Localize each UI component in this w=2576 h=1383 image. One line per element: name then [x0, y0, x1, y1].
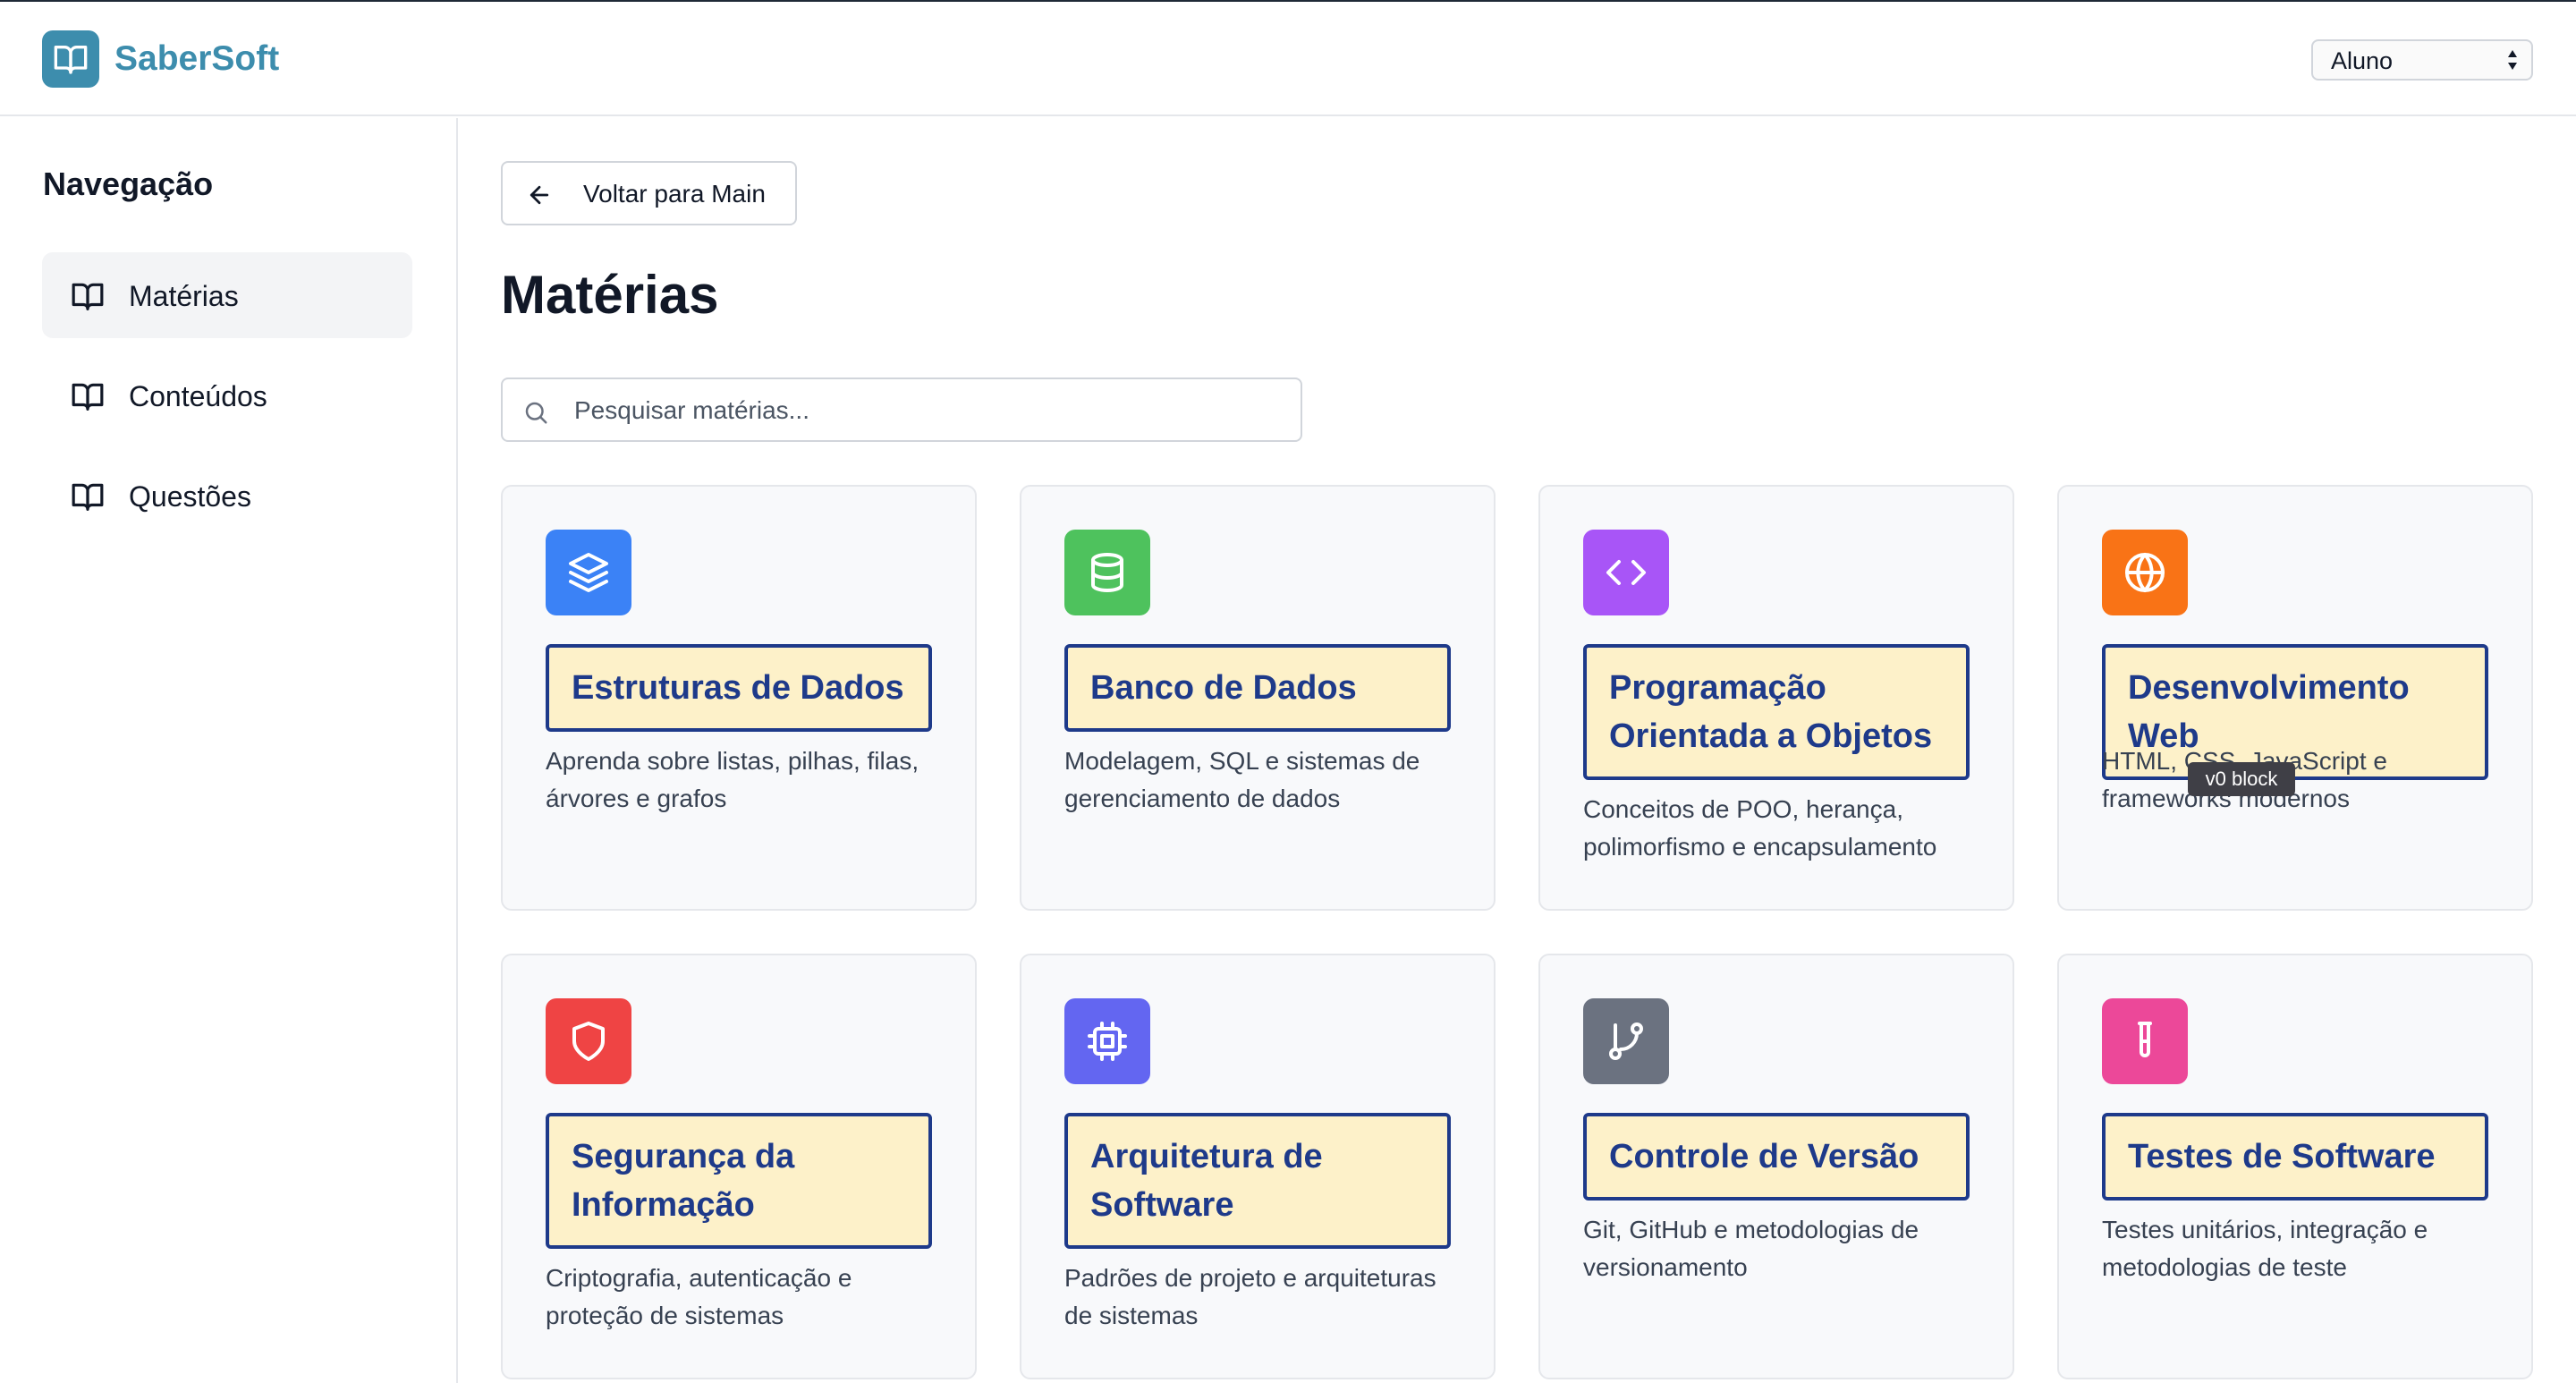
- app-header: SaberSoft Aluno: [0, 2, 2576, 116]
- code-icon: [1583, 530, 1669, 615]
- v0-block-tooltip: v0 block: [2188, 762, 2295, 796]
- app-name: SaberSoft: [114, 39, 280, 78]
- sidebar-item-questoes[interactable]: Questões: [42, 453, 412, 539]
- subject-description: Testes unitários, integração e metodolog…: [2102, 1216, 2428, 1281]
- subject-description: Git, GitHub e metodologias de versioname…: [1583, 1216, 1919, 1281]
- subject-title: Arquitetura de Software: [1064, 1113, 1451, 1249]
- subject-card-poo[interactable]: Programação Orientada a Objetos Conceito…: [1538, 485, 2014, 911]
- arrow-left-icon: [530, 185, 549, 205]
- test-tube-icon: [2102, 998, 2188, 1084]
- shield-icon: [546, 998, 631, 1084]
- search-field[interactable]: [501, 378, 1302, 442]
- globe-icon: [2102, 530, 2188, 615]
- role-select-value: Aluno: [2331, 47, 2394, 74]
- subject-title: Testes de Software: [2102, 1113, 2488, 1201]
- book-open-icon: [72, 383, 104, 411]
- subject-card-desenvolvimento-web[interactable]: Desenvolvimento Web HTML, CSS, JavaScrip…: [2057, 485, 2533, 911]
- subject-title: Programação Orientada a Objetos: [1583, 644, 1970, 780]
- subject-description: Aprenda sobre listas, pilhas, filas, árv…: [546, 747, 919, 812]
- subject-title: Banco de Dados: [1064, 644, 1451, 732]
- select-arrows-icon: [2508, 50, 2517, 70]
- subject-description: Modelagem, SQL e sistemas de gerenciamen…: [1064, 747, 1420, 812]
- book-open-icon: [72, 483, 104, 511]
- back-button-label: Voltar para Main: [583, 180, 766, 208]
- cpu-icon: [1064, 998, 1150, 1084]
- logo-book-icon: [42, 30, 99, 88]
- git-branch-icon: [1583, 998, 1669, 1084]
- sidebar: Navegação Matérias Conteúdos Questões: [0, 118, 458, 1383]
- sidebar-item-materias[interactable]: Matérias: [42, 252, 412, 338]
- page-title: Matérias: [501, 265, 719, 325]
- subject-card-seguranca-da-informacao[interactable]: Segurança da Informação Criptografia, au…: [501, 954, 977, 1379]
- search-icon: [525, 402, 547, 424]
- back-button[interactable]: Voltar para Main: [501, 161, 797, 225]
- subject-card-controle-de-versao[interactable]: Controle de Versão Git, GitHub e metodol…: [1538, 954, 2014, 1379]
- subject-description: Padrões de projeto e arquiteturas de sis…: [1064, 1264, 1436, 1329]
- sidebar-item-label: Questões: [129, 480, 251, 513]
- subject-description: HTML, CSS, JavaScript e frameworks moder…: [2102, 747, 2387, 812]
- subject-card-testes-de-software[interactable]: Testes de Software Testes unitários, int…: [2057, 954, 2533, 1379]
- subject-card-arquitetura-de-software[interactable]: Arquitetura de Software Padrões de proje…: [1020, 954, 1496, 1379]
- search-input[interactable]: [574, 392, 1272, 429]
- sidebar-title: Navegação: [43, 165, 214, 202]
- role-select[interactable]: Aluno: [2311, 39, 2533, 81]
- subject-title: Segurança da Informação: [546, 1113, 932, 1249]
- sidebar-item-label: Conteúdos: [129, 380, 267, 412]
- book-open-icon: [72, 283, 104, 310]
- subject-description: Conceitos de POO, herança, polimorfismo …: [1583, 795, 1937, 861]
- subject-title: Estruturas de Dados: [546, 644, 932, 732]
- sidebar-item-label: Matérias: [129, 280, 239, 312]
- subject-card-banco-de-dados[interactable]: Banco de Dados Modelagem, SQL e sistemas…: [1020, 485, 1496, 911]
- subject-description: Criptografia, autenticação e proteção de…: [546, 1264, 852, 1329]
- database-icon: [1064, 530, 1150, 615]
- sidebar-item-conteudos[interactable]: Conteúdos: [42, 352, 412, 438]
- layers-icon: [546, 530, 631, 615]
- subject-card-estruturas-de-dados[interactable]: Estruturas de Dados Aprenda sobre listas…: [501, 485, 977, 911]
- subject-title: Controle de Versão: [1583, 1113, 1970, 1201]
